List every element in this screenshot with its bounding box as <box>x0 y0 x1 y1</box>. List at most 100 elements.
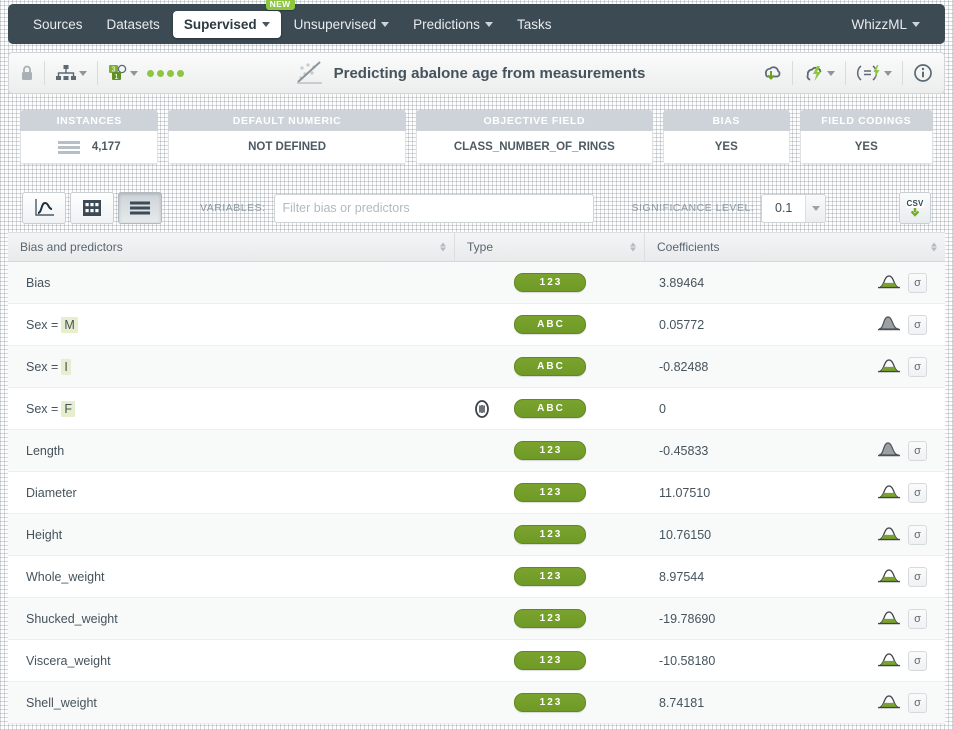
table-row[interactable]: Sex =MABC0.05772σ <box>8 304 945 346</box>
distribution-button[interactable] <box>878 566 900 587</box>
nav-item-label: Predictions <box>413 17 480 32</box>
table-row[interactable]: Shucked_weight123-19.78690σ <box>8 598 945 640</box>
table-row[interactable]: Length123-0.45833σ <box>8 430 945 472</box>
sigma-button[interactable]: σ <box>908 357 927 377</box>
nav-item-unsupervised[interactable]: Unsupervised <box>283 11 401 38</box>
sigma-button[interactable]: σ <box>908 609 927 629</box>
cell-predictor: Viscera_weight <box>8 654 455 668</box>
sort-icon[interactable] <box>440 243 446 252</box>
table-row[interactable]: Height12310.76150σ <box>8 514 945 556</box>
distribution-button[interactable] <box>878 482 900 503</box>
view-mode-group <box>22 192 166 224</box>
download-cloud-icon[interactable] <box>757 60 785 86</box>
cell-coefficient: -10.58180 σ <box>645 650 945 671</box>
row-actions: σ <box>878 650 945 671</box>
distribution-icon[interactable] <box>878 566 900 584</box>
sigma-button[interactable]: σ <box>908 567 927 587</box>
type-badge: 123 <box>514 273 586 292</box>
column-header-coefficients[interactable]: Coefficients <box>645 233 945 261</box>
coefficient-value: -0.45833 <box>659 444 878 458</box>
view-mode-chart[interactable] <box>22 192 66 224</box>
distribution-button[interactable] <box>878 440 900 461</box>
sigma-button[interactable]: σ <box>908 441 927 461</box>
table-row[interactable]: Shell_weight1238.74181σ <box>8 682 945 724</box>
cell-predictor: Sex =F <box>8 401 455 417</box>
chevron-down-icon <box>805 195 825 222</box>
filter-input[interactable] <box>274 194 594 223</box>
nav-item-whizzml[interactable]: WhizzML <box>840 11 931 38</box>
distribution-button[interactable] <box>878 356 900 377</box>
distribution-icon[interactable] <box>878 440 900 458</box>
equation-lightning-icon[interactable] <box>853 60 895 86</box>
view-mode-list[interactable] <box>118 192 162 224</box>
distribution-button[interactable] <box>878 650 900 671</box>
sigma-button[interactable]: σ <box>908 273 927 293</box>
nav-item-supervised[interactable]: SupervisedNEW <box>173 11 281 38</box>
distribution-icon[interactable] <box>878 482 900 500</box>
distribution-icon[interactable] <box>878 356 900 374</box>
lock-icon[interactable] <box>17 62 37 84</box>
status-dot <box>157 70 164 77</box>
table-row[interactable]: Sex =IABC-0.82488σ <box>8 346 945 388</box>
export-csv-button[interactable]: CSV <box>899 192 931 224</box>
distribution-button[interactable] <box>878 272 900 293</box>
dataset-stack-icon[interactable]: 3 1 <box>105 62 141 84</box>
status-dot <box>177 70 184 77</box>
cell-coefficient: 8.97544σ <box>645 566 945 587</box>
nav-item-sources[interactable]: Sources <box>22 11 94 38</box>
card-value: CLASS_NUMBER_OF_RINGS <box>454 141 615 153</box>
sort-icon[interactable] <box>931 243 937 252</box>
distribution-icon[interactable] <box>878 314 900 332</box>
row-actions: σ <box>878 482 945 503</box>
distribution-icon[interactable] <box>878 608 900 626</box>
table-row[interactable]: Sex =FABC0 <box>8 388 945 430</box>
app-root: Sources Datasets SupervisedNEW Unsupervised… <box>0 0 953 730</box>
type-badge: 123 <box>514 693 586 712</box>
model-tree-icon[interactable] <box>52 62 90 84</box>
table-row[interactable]: Diameter12311.07510σ <box>8 472 945 514</box>
sigma-button[interactable]: σ <box>908 525 927 545</box>
distribution-icon[interactable] <box>878 692 900 710</box>
type-badge: 123 <box>514 483 586 502</box>
chevron-down-icon <box>381 22 389 27</box>
distribution-button[interactable] <box>878 314 900 335</box>
nav-item-label: Datasets <box>107 17 160 32</box>
column-header-predictors[interactable]: Bias and predictors <box>8 233 455 261</box>
nav-item-label: Unsupervised <box>294 17 377 32</box>
distribution-icon[interactable] <box>878 272 900 290</box>
sigma-button[interactable]: σ <box>908 693 927 713</box>
card-header: INSTANCES <box>20 110 158 131</box>
distribution-button[interactable] <box>878 692 900 713</box>
view-mode-grid[interactable] <box>70 192 114 224</box>
cloud-lightning-icon[interactable] <box>800 60 838 86</box>
significance-level-select[interactable]: 0.1 <box>761 194 826 223</box>
sigma-button[interactable]: σ <box>908 651 927 671</box>
sort-icon[interactable] <box>630 243 636 252</box>
info-icon[interactable] <box>910 61 936 85</box>
coefficient-value: -10.58180 <box>659 654 878 668</box>
distribution-button[interactable] <box>878 524 900 545</box>
distribution-icon[interactable] <box>878 524 900 542</box>
summary-card-instances: INSTANCES4,177 <box>20 110 158 164</box>
cell-type: 123 <box>455 609 645 628</box>
cell-predictor: Height <box>8 528 455 542</box>
chevron-down-icon <box>79 71 87 76</box>
predictor-name: Diameter <box>26 486 77 500</box>
nav-item-datasets[interactable]: Datasets <box>96 11 171 38</box>
table-row[interactable]: Viscera_weight123-10.58180σ <box>8 640 945 682</box>
sigma-button[interactable]: σ <box>908 483 927 503</box>
nav-item-tasks[interactable]: Tasks <box>506 11 563 38</box>
reference-class-icon[interactable] <box>473 400 491 418</box>
row-actions: σ <box>878 272 945 293</box>
distribution-icon[interactable] <box>878 650 900 668</box>
predictor-name: Viscera_weight <box>26 654 111 668</box>
sigma-button[interactable]: σ <box>908 315 927 335</box>
column-header-type[interactable]: Type <box>455 233 645 261</box>
type-badge: 123 <box>514 525 586 544</box>
divider <box>97 61 98 85</box>
nav-item-predictions[interactable]: Predictions <box>402 11 504 38</box>
table-row[interactable]: Bias1233.89464σ <box>8 262 945 304</box>
distribution-button[interactable] <box>878 608 900 629</box>
table-row[interactable]: Whole_weight1238.97544σ <box>8 556 945 598</box>
cell-type: 123 <box>455 483 645 502</box>
